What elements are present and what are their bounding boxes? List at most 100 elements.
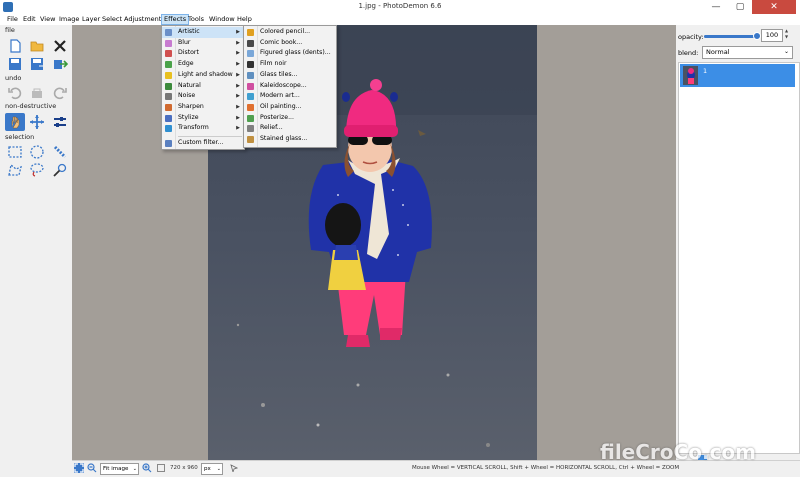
menu-edit[interactable]: Edit [21,15,38,24]
layer-thumbnail [683,66,698,85]
custom-filter-icon [165,139,172,147]
opacity-slider-knob[interactable] [753,32,761,40]
artistic-item-modern-art[interactable]: Modern art... [244,91,336,102]
selection-section-label: selection [5,133,35,141]
menu-window[interactable]: Window [207,15,237,24]
submenu-arrow-icon: ▶ [236,103,240,110]
opacity-slider-fill [704,35,757,38]
ellipse-select-icon[interactable] [29,144,45,160]
rect-select-icon[interactable] [7,144,23,160]
effects-item-natural[interactable]: Natural ▶ [162,81,244,92]
close-button[interactable]: ✕ [752,0,796,14]
undo-section-label: undo [5,74,22,82]
submenu-arrow-icon: ▶ [236,29,240,35]
artistic-submenu: Colored pencil... Comic book... Figured … [243,25,337,148]
line-select-icon[interactable] [52,144,68,160]
opacity-spinner[interactable]: ▲ ▼ [783,28,790,41]
maximize-button[interactable]: ▢ [728,0,752,14]
file-section-label: file [5,26,15,34]
stylize-icon [165,114,172,122]
minimize-button[interactable]: — [704,0,728,14]
effects-menu: Artistic ▶ Blur ▶ Distort ▶ Edge ▶ Light and… [161,25,245,150]
submenu-arrow-icon: ▶ [236,50,240,57]
artistic-item-glass-tiles[interactable]: Glass tiles... [244,70,336,81]
layers-panel: opacity: 100 ▲ ▼ blend: Normal ⌄ 1 [676,25,800,461]
export-icon[interactable] [52,56,68,72]
undo-icon[interactable] [7,85,23,101]
zoom-value: Fit image [103,466,129,472]
artistic-item-figured-glass[interactable]: Figured glass (dents)... [244,48,336,59]
new-file-icon[interactable] [7,38,23,54]
natural-icon [165,82,172,90]
layer-row[interactable]: 1 [680,64,795,87]
save-as-icon[interactable] [29,56,45,72]
submenu-arrow-icon: ▶ [236,71,240,78]
menu-view[interactable]: View [38,15,57,24]
artistic-item-kaleidoscope[interactable]: Kaleidoscope... [244,81,336,92]
edge-icon [165,61,172,69]
opacity-input[interactable]: 100 [761,29,783,42]
unit-select[interactable]: px ⌄ [201,463,223,475]
artistic-item-colored-pencil[interactable]: Colored pencil... [244,27,336,38]
undo-history-icon[interactable] [29,85,45,101]
zoom-out-icon[interactable] [87,463,97,473]
layer-name: 1 [703,67,708,75]
menu-bar: File Edit View Image Layer Select Adjust… [0,14,800,25]
noise-icon [165,93,172,101]
opacity-label: opacity: [678,33,704,41]
effects-item-stylize[interactable]: Stylize ▶ [162,113,244,124]
magic-wand-icon[interactable] [52,162,68,178]
menu-tools[interactable]: Tools [186,15,206,24]
submenu-arrow-icon: ▶ [236,125,240,132]
artistic-item-relief[interactable]: Relief... [244,123,336,134]
menu-layer[interactable]: Layer [80,15,102,24]
menu-help[interactable]: Help [235,15,254,24]
hand-tool-icon[interactable] [5,113,25,131]
menu-image[interactable]: Image [57,15,81,24]
zoom-in-icon[interactable] [142,463,152,473]
lasso-select-icon[interactable] [29,162,45,178]
save-icon[interactable] [7,56,23,72]
submenu-arrow-icon: ▶ [236,82,240,89]
image-size-icon [157,464,165,472]
effects-item-edge[interactable]: Edge ▶ [162,59,244,70]
toolbox: file undo non-destructive selection [0,25,72,461]
effects-item-noise[interactable]: Noise ▶ [162,91,244,102]
effects-item-blur[interactable]: Blur ▶ [162,38,244,49]
artistic-item-posterize[interactable]: Posterize... [244,113,336,124]
options-tool-icon[interactable] [52,114,68,130]
menu-select[interactable]: Select [100,15,124,24]
artistic-item-comic-book[interactable]: Comic book... [244,38,336,49]
redo-icon[interactable] [52,85,68,101]
relief-icon [247,125,254,133]
close-image-icon[interactable] [52,38,68,54]
open-file-icon[interactable] [29,38,45,54]
posterize-icon [247,114,254,122]
artistic-item-oil-painting[interactable]: Oil painting... [244,102,336,113]
artistic-item-stained-glass[interactable]: Stained glass... [244,134,336,145]
effects-item-light-and-shadow[interactable]: Light and shadow ▶ [162,70,244,81]
comic-book-icon [247,39,254,47]
effects-item-transform[interactable]: Transform ▶ [162,123,244,134]
effects-item-distort[interactable]: Distort ▶ [162,48,244,59]
menu-adjustments[interactable]: Adjustments [122,15,167,24]
menu-file[interactable]: File [5,15,20,24]
effects-item-artistic[interactable]: Artistic ▶ [162,27,244,38]
polygon-select-icon[interactable] [7,162,23,178]
chevron-down-icon: ⌄ [216,466,221,472]
mouse-position-icon [230,464,239,474]
move-tool-icon[interactable] [29,114,45,130]
light-and-shadow-icon [165,71,172,79]
effects-item-custom-filter[interactable]: Custom filter... [162,138,244,149]
blend-mode-select[interactable]: Normal ⌄ [702,46,793,59]
artistic-item-film-noir[interactable]: Film noir [244,59,336,70]
unit-value: px [204,466,211,472]
blend-label: blend: [678,49,699,57]
zoom-select[interactable]: Fit image ⌄ [100,463,139,475]
fit-to-window-icon[interactable] [74,463,84,473]
opacity-slider-track[interactable] [704,35,757,38]
menu-effects[interactable]: Effects [161,14,190,25]
glass-tiles-icon [247,71,254,79]
kaleidoscope-icon [247,82,254,90]
effects-item-sharpen[interactable]: Sharpen ▶ [162,102,244,113]
